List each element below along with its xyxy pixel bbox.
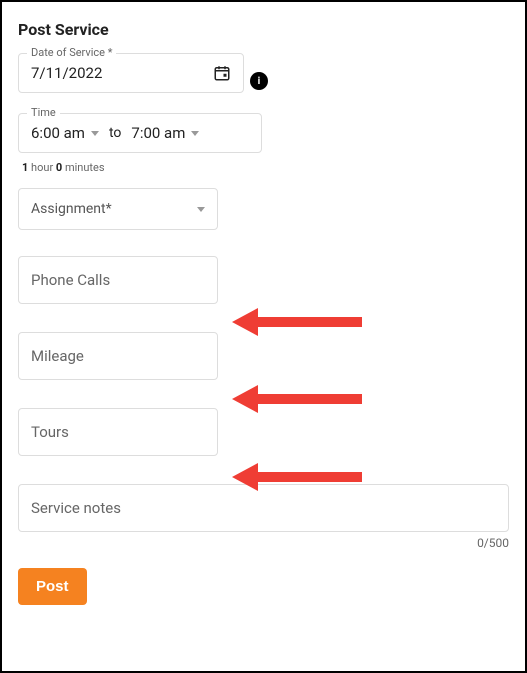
date-wrap: 7/11/2022	[31, 64, 231, 82]
time-wrap: 6:00 am to 7:00 am	[31, 124, 249, 142]
duration-mins: 0	[56, 161, 62, 174]
form-title: Post Service	[18, 20, 509, 39]
assignment-label: Assignment*	[31, 201, 112, 217]
chevron-down-icon	[91, 131, 99, 136]
post-service-form: Post Service Date of Service * 7/11/2022…	[0, 0, 527, 673]
date-field[interactable]: Date of Service * 7/11/2022	[18, 53, 244, 93]
notes-counter: 0/500	[18, 536, 509, 550]
time-end-value: 7:00 am	[131, 124, 185, 142]
tours-input[interactable]: Tours	[18, 408, 218, 456]
duration-text: 1 hour 0 minutes	[22, 161, 509, 174]
date-value: 7/11/2022	[31, 64, 102, 82]
chevron-down-icon	[191, 131, 199, 136]
date-row: Date of Service * 7/11/2022 i	[18, 53, 509, 99]
duration-hours: 1	[22, 161, 28, 174]
mileage-input[interactable]: Mileage	[18, 332, 218, 380]
mileage-label: Mileage	[31, 347, 84, 365]
annotation-arrow-icon	[232, 382, 362, 416]
date-label: Date of Service *	[27, 46, 116, 59]
time-start-select[interactable]: 6:00 am	[31, 124, 99, 142]
phone-calls-label: Phone Calls	[31, 271, 110, 289]
time-start-value: 6:00 am	[31, 124, 85, 142]
duration-hours-txt: hour	[31, 161, 53, 174]
phone-calls-input[interactable]: Phone Calls	[18, 256, 218, 304]
duration-mins-txt: minutes	[65, 161, 105, 174]
notes-placeholder: Service notes	[31, 499, 121, 517]
time-field: Time 6:00 am to 7:00 am	[18, 113, 262, 153]
info-icon[interactable]: i	[250, 72, 268, 90]
assignment-select[interactable]: Assignment*	[18, 188, 218, 230]
time-to-label: to	[109, 125, 121, 141]
time-end-select[interactable]: 7:00 am	[131, 124, 199, 142]
chevron-down-icon	[197, 207, 205, 212]
post-button[interactable]: Post	[18, 568, 87, 605]
service-notes-input[interactable]: Service notes	[18, 484, 509, 532]
tours-label: Tours	[31, 423, 69, 441]
annotation-arrow-icon	[232, 305, 362, 339]
calendar-icon[interactable]	[213, 64, 231, 82]
time-label: Time	[27, 106, 60, 119]
